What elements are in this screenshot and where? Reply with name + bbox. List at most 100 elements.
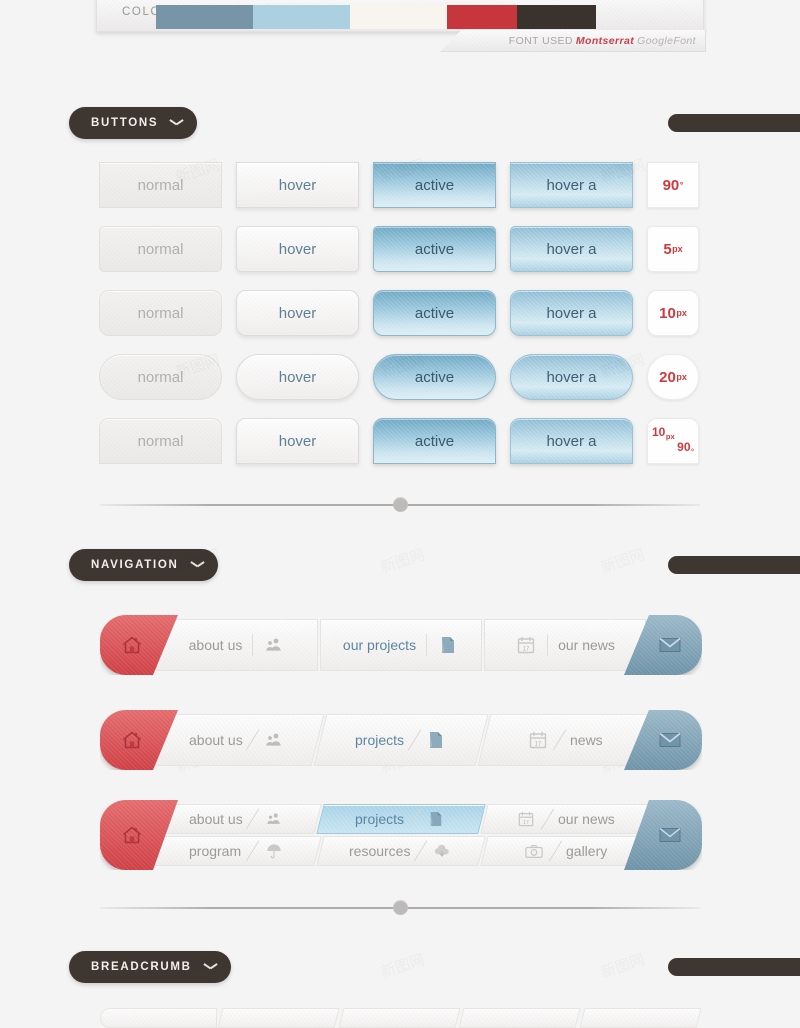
button-hover-active[interactable]: hover a [510, 162, 633, 208]
chevron-down-icon[interactable] [170, 119, 183, 127]
button-hover[interactable]: hover [236, 290, 359, 336]
radius-unit-2: ° [691, 447, 694, 457]
button-normal[interactable]: normal [99, 162, 222, 208]
accent-bar-buttons [668, 114, 800, 132]
button-hover-active[interactable]: hover a [510, 354, 633, 400]
nav-label: our news [558, 811, 615, 827]
watermark: 新图网 [378, 544, 427, 578]
button-active[interactable]: active [373, 290, 496, 336]
divider-dot [393, 900, 408, 915]
button-normal[interactable]: normal [99, 418, 222, 464]
breadcrumb-home-cap[interactable] [100, 1008, 218, 1028]
nav-segment-gallery[interactable]: gallery [480, 836, 650, 866]
nav-segment-about-us[interactable]: about us [156, 619, 318, 671]
button-label: hover [278, 432, 317, 450]
breadcrumb-segment[interactable] [579, 1008, 702, 1028]
buttons-grid: normal hover active hover a 90 ° normal h… [99, 160, 699, 480]
nav-label: resources [348, 843, 411, 859]
home-icon [121, 634, 143, 656]
button-hover-active[interactable]: hover a [510, 290, 633, 336]
envelope-icon [659, 729, 681, 751]
button-row: normal hover active hover a 20 px [99, 352, 699, 402]
color-swatch-strip [156, 5, 596, 29]
nav-segment-about-us[interactable]: about us [152, 804, 322, 834]
svg-text:17: 17 [523, 820, 529, 826]
button-label: active [414, 432, 455, 450]
nav-separator [252, 634, 254, 656]
radius-unit: px [676, 308, 687, 318]
button-hover-active[interactable]: hover a [510, 418, 633, 464]
chevron-down-icon[interactable] [191, 561, 204, 569]
nav-separator [407, 729, 422, 751]
button-label: hover a [546, 368, 597, 386]
button-hover[interactable]: hover [236, 226, 359, 272]
button-normal[interactable]: normal [99, 290, 222, 336]
radius-badge-dual: 10px 90° [647, 418, 699, 464]
nav-segment-news[interactable]: 17 news [477, 714, 653, 766]
button-hover-active[interactable]: hover a [510, 226, 633, 272]
nav-segment-our-news[interactable]: 17 our news [480, 804, 650, 834]
home-icon [121, 824, 143, 846]
button-active[interactable]: active [373, 226, 496, 272]
button-active[interactable]: active [373, 162, 496, 208]
section-header-breadcrumb[interactable]: BREADCRUMB [69, 951, 231, 983]
nav-label-active: our projects [342, 637, 417, 653]
radius-unit: ° [679, 180, 684, 190]
color-swatch-red [446, 5, 518, 29]
button-label: active [414, 304, 455, 322]
nav-segment-our-projects[interactable]: our projects [320, 619, 482, 671]
button-label: hover [278, 176, 317, 194]
calendar-icon: 17 [515, 808, 537, 830]
button-hover[interactable]: hover [236, 354, 359, 400]
navigation-bar-2: about us projects 17 news [100, 710, 702, 770]
breadcrumb-segment[interactable] [217, 1008, 341, 1028]
nav-label: our news [558, 637, 615, 653]
envelope-icon [659, 634, 681, 656]
section-divider-buttons [100, 497, 700, 513]
nav-label-active: projects [354, 811, 405, 827]
users-icon [263, 634, 285, 656]
section-title-buttons: BUTTONS [91, 117, 159, 129]
button-hover[interactable]: hover [236, 162, 359, 208]
color-swatch-steel-blue [156, 5, 253, 29]
calendar-icon: 17 [527, 729, 549, 751]
nav-segment-projects-active[interactable]: projects [316, 804, 486, 834]
button-active[interactable]: active [373, 418, 496, 464]
radius-badge: 90 ° [647, 162, 699, 208]
nav-separator [552, 729, 567, 751]
button-label: normal [137, 368, 184, 386]
chevron-down-icon[interactable] [204, 963, 217, 971]
nav-separator [426, 634, 428, 656]
nav-segment-program[interactable]: program [152, 836, 322, 866]
nav-label: program [189, 843, 242, 859]
button-label: normal [137, 432, 184, 450]
nav-row-top: about us projects 17 our news [152, 804, 650, 834]
calendar-icon: 17 [515, 634, 537, 656]
nav-segment-projects[interactable]: projects [313, 714, 489, 766]
nav-segment-resources[interactable]: resources [316, 836, 486, 866]
nav-separator [548, 840, 563, 862]
button-normal[interactable]: normal [99, 226, 222, 272]
nav-segment-about-us[interactable]: about us [149, 714, 325, 766]
button-hover[interactable]: hover [236, 418, 359, 464]
accent-bar-navigation [668, 556, 800, 574]
radius-value-2: 90 [677, 440, 691, 454]
button-label: active [414, 240, 455, 258]
nav-segments: about us our projects 17 our news [156, 619, 646, 671]
button-row: normal hover active hover a 90 ° [99, 160, 699, 210]
section-header-buttons[interactable]: BUTTONS [69, 107, 198, 139]
radius-unit: px [676, 372, 687, 382]
button-active[interactable]: active [373, 354, 496, 400]
watermark: 新图网 [598, 949, 647, 983]
color-swatch-light-blue [252, 5, 350, 29]
radius-badge: 5 px [647, 226, 699, 272]
radius-value: 5 [663, 240, 672, 258]
nav-segment-our-news[interactable]: 17 our news [484, 619, 646, 671]
button-normal[interactable]: normal [99, 354, 222, 400]
font-used-prefix: FONT USED [508, 34, 573, 47]
umbrella-icon [263, 840, 285, 862]
breadcrumb-segment[interactable] [458, 1008, 582, 1028]
section-header-navigation[interactable]: NAVIGATION [69, 549, 218, 581]
breadcrumb-segment[interactable] [338, 1008, 461, 1028]
nav-separator [246, 729, 260, 751]
